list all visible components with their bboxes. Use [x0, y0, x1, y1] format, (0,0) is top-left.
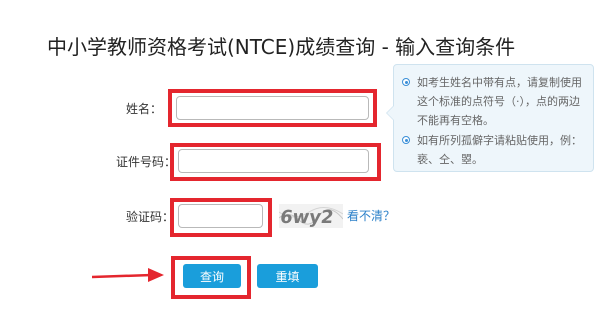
captcha-label: 验证码： — [126, 210, 175, 224]
captcha-input[interactable] — [178, 204, 263, 228]
name-input[interactable] — [176, 96, 369, 120]
tip-item-dot-symbol: 如考生姓名中带有点，请复制使用这个标准的点符号（·），点的两边不能再有空格。 — [402, 73, 587, 130]
page-title: 中小学教师资格考试(NTCE)成绩查询 - 输入查询条件 — [47, 35, 516, 59]
captcha-text: 6wy2 — [279, 207, 335, 228]
tip-text: 如考生姓名中带有点，请复制使用这个标准的点符号（·），点的两边不能再有空格。 — [417, 76, 582, 127]
name-label: 姓名： — [126, 102, 163, 116]
tip-text: 如有所列孤僻字请粘贴使用，例：亵、仝、曌。 — [417, 134, 582, 166]
reset-button[interactable]: 重填 — [257, 264, 318, 288]
tips-panel: 如考生姓名中带有点，请复制使用这个标准的点符号（·），点的两边不能再有空格。 如… — [386, 64, 594, 172]
radio-bullet-icon — [402, 136, 410, 144]
captcha-image[interactable]: 6wy2 — [279, 204, 344, 228]
query-button[interactable]: 查询 — [183, 264, 241, 288]
refresh-captcha-link[interactable]: 看不清？ — [347, 207, 395, 224]
radio-bullet-icon — [402, 78, 410, 86]
id-number-label: 证件号码： — [116, 155, 177, 169]
id-number-input[interactable] — [178, 149, 369, 173]
tip-item-rare-characters: 如有所列孤僻字请粘贴使用，例：亵、仝、曌。 — [402, 131, 587, 169]
tips-pointer — [386, 105, 394, 121]
red-arrow-icon — [92, 268, 164, 282]
